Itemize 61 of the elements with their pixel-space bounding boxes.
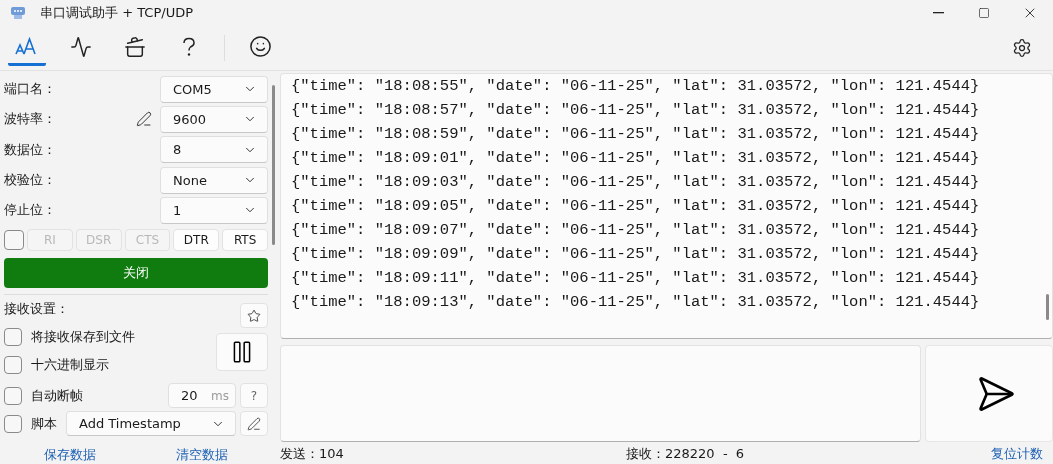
option-label: 将接收保存到文件 bbox=[31, 328, 135, 347]
settings-icon bbox=[1012, 38, 1032, 58]
help-icon bbox=[182, 36, 196, 57]
maximize-icon bbox=[978, 7, 990, 19]
reset-count-link[interactable]: 复位计数 bbox=[991, 445, 1043, 463]
log-line: {"time": "18:09:07", "date": "06-11-25", "lat": 31.03572, "lon": 121.4544} bbox=[291, 220, 980, 241]
send-input[interactable] bbox=[280, 345, 921, 442]
action-link[interactable]: 清空数据 bbox=[176, 446, 228, 464]
setting-dropdown[interactable]: 9600 bbox=[160, 105, 268, 133]
close-port-button[interactable]: 关闭 bbox=[4, 258, 268, 289]
setting-label: 波特率： bbox=[4, 110, 57, 129]
log-line: {"time": "18:08:59", "date": "06-11-25", "lat": 31.03572, "lon": 121.4544} bbox=[291, 124, 980, 145]
log-line: {"time": "18:09:01", "date": "06-11-25", "lat": 31.03572, "lon": 121.4544} bbox=[291, 148, 980, 169]
pot-icon bbox=[124, 35, 146, 58]
received-count: 接收：228220 - 6 bbox=[626, 445, 746, 463]
log-line: {"time": "18:09:13", "date": "06-11-25", "lat": 31.03572, "lon": 121.4544} bbox=[291, 292, 980, 313]
log-line: {"time": "18:09:05", "date": "06-11-25", "lat": 31.03572, "lon": 121.4544} bbox=[291, 196, 980, 217]
edit-button[interactable] bbox=[240, 411, 268, 437]
star-icon bbox=[247, 308, 261, 323]
setting-dropdown[interactable]: 8 bbox=[160, 136, 268, 164]
log-line: {"time": "18:09:03", "date": "06-11-25", "lat": 31.03572, "lon": 121.4544} bbox=[291, 172, 980, 193]
pen-icon bbox=[247, 416, 261, 431]
option-label: 十六进制显示 bbox=[31, 356, 109, 375]
window-title: 串口调试助手 + TCP/UDP bbox=[40, 4, 194, 22]
signal-button[interactable]: DTR bbox=[173, 229, 220, 252]
action-link[interactable]: 保存数据 bbox=[44, 446, 96, 464]
log-line: {"time": "18:09:11", "date": "06-11-25", "lat": 31.03572, "lon": 121.4544} bbox=[291, 268, 980, 289]
signal-button[interactable]: RTS bbox=[222, 229, 268, 252]
pen-icon[interactable] bbox=[136, 111, 152, 128]
option-label: 自动断帧 bbox=[31, 386, 84, 405]
option-label: 脚本 bbox=[31, 414, 57, 433]
checkbox[interactable] bbox=[4, 386, 22, 405]
log-line: {"time": "18:09:09", "date": "06-11-25", "lat": 31.03572, "lon": 121.4544} bbox=[291, 244, 980, 265]
serial-port-icon bbox=[10, 5, 26, 21]
scrollbar-thumb[interactable] bbox=[1046, 294, 1049, 320]
sent-count: 发送：104 bbox=[280, 445, 345, 463]
minimize-icon bbox=[932, 12, 944, 14]
timeout-field[interactable]: 20 ms bbox=[168, 383, 236, 408]
favorite-button[interactable] bbox=[240, 303, 268, 329]
pulse-icon bbox=[70, 35, 92, 58]
setting-dropdown[interactable]: 1 bbox=[160, 196, 268, 224]
section-title: 接收设置： bbox=[4, 300, 70, 319]
checkbox[interactable] bbox=[4, 230, 24, 251]
setting-label: 校验位： bbox=[4, 171, 57, 190]
smile-icon bbox=[248, 35, 272, 58]
script-dropdown[interactable]: Add Timestamp bbox=[66, 411, 236, 437]
send-button[interactable] bbox=[925, 345, 1053, 442]
setting-dropdown[interactable]: COM5 bbox=[160, 75, 268, 103]
setting-dropdown[interactable]: None bbox=[160, 166, 268, 194]
setting-label: 数据位： bbox=[4, 140, 57, 159]
pause-button[interactable] bbox=[216, 333, 268, 372]
log-line: {"time": "18:08:55", "date": "06-11-25", "lat": 31.03572, "lon": 121.4544} bbox=[291, 76, 980, 97]
scrollbar-thumb[interactable] bbox=[271, 85, 275, 245]
setting-label: 停止位： bbox=[4, 201, 57, 220]
help-button[interactable]: ? bbox=[240, 383, 268, 408]
font-size-icon bbox=[15, 36, 39, 57]
checkbox[interactable] bbox=[4, 356, 22, 375]
checkbox[interactable] bbox=[4, 328, 22, 347]
setting-label: 端口名： bbox=[4, 80, 57, 99]
checkbox[interactable] bbox=[4, 414, 22, 433]
log-line: {"time": "18:08:57", "date": "06-11-25", "lat": 31.03572, "lon": 121.4544} bbox=[291, 100, 980, 121]
